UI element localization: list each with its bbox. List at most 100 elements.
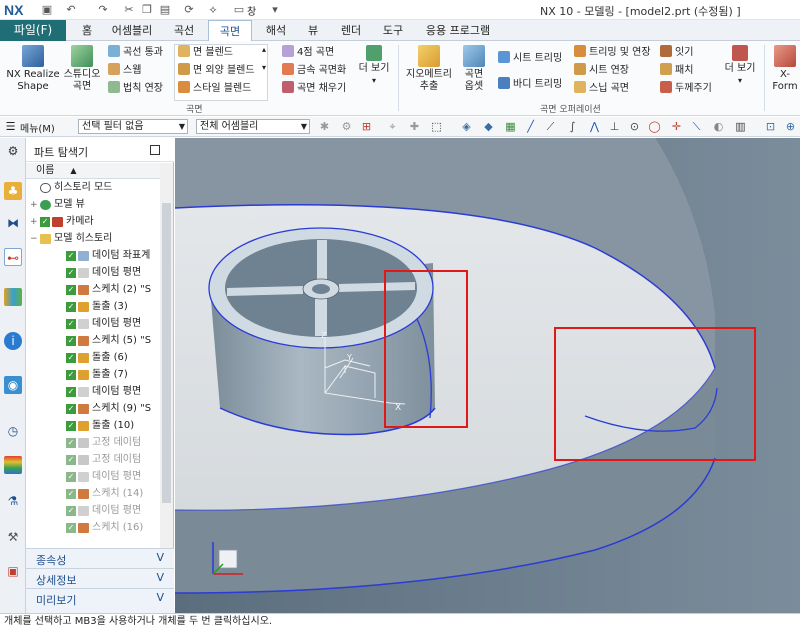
checkbox[interactable]: ✓ [66,489,76,499]
window-menu[interactable]: 창 [247,3,256,18]
repeat-command-icon[interactable]: ⟳ [182,3,196,17]
view-orient-icon[interactable]: ◈ [460,120,473,133]
panel-details[interactable]: 상세정보 V [26,568,174,588]
scrollbar-thumb[interactable] [162,203,171,503]
face-shape-blend-button[interactable]: 면 외양 블렌드 [178,63,255,79]
expand-icon[interactable]: + [30,197,38,213]
patch-button[interactable]: 패치 [660,63,693,79]
touch-mode-icon[interactable]: ⟡ [206,3,220,17]
tree-row[interactable]: ✓ 고정 데이텀 [26,452,160,468]
face-blend-button[interactable]: 면 블렌드 [178,45,233,61]
tree-row[interactable]: ✓ 스케치 (9) "S [26,401,160,417]
checkbox[interactable]: ✓ [66,438,76,448]
tree-row[interactable]: ✓ 고정 데이텀 [26,435,160,451]
xform-button[interactable]: X-Form [768,45,800,93]
assembly-navigator-icon[interactable]: ♣ [4,182,22,200]
checkbox[interactable]: ✓ [40,217,50,227]
filter-icon[interactable]: ◐ [712,120,725,133]
tree-row[interactable]: ✓ 데이텀 평면 [26,503,160,519]
tree-row[interactable]: ✓ 스케치 (5) "S [26,333,160,349]
trim-sheet-button[interactable]: 시트 트리밍 [498,51,562,67]
checkbox[interactable]: ✓ [66,251,76,261]
constraint-navigator-icon[interactable]: ⧓ [4,214,22,232]
tree-row[interactable]: ✓ 데이텀 좌표계 [26,248,160,264]
polyline-icon[interactable]: ⋀ [588,120,601,133]
part-navigator-icon[interactable]: ⊷ [4,248,22,266]
checkbox[interactable]: ✓ [66,319,76,329]
web-browser-icon[interactable]: ◉ [4,376,22,394]
process-studio-icon[interactable]: ⚒ [4,528,22,546]
circle-snap-icon[interactable]: ◯ [648,120,661,133]
fit-view-icon[interactable]: ⊡ [764,120,777,133]
tree-row[interactable]: ✓ 돌출 (3) [26,299,160,315]
selection-filter-dropdown[interactable]: 선택 필터 없음 ▼ [78,119,188,134]
four-point-surface-button[interactable]: 4점 곡면 [282,45,334,61]
column-header-name[interactable]: 이름 ▲ [26,163,160,179]
history-icon[interactable]: ◷ [4,422,22,440]
normal-icon[interactable]: ⊥ [608,120,621,133]
curve-snap-icon[interactable]: ⟋ [544,120,557,133]
assembly-scope-dropdown[interactable]: 전체 어셈블리 ▼ [196,119,310,134]
checkbox[interactable]: ✓ [66,353,76,363]
panel-preview[interactable]: 미리보기 V [26,588,174,613]
model-view[interactable]: X Y Z [175,138,800,613]
checkbox[interactable]: ✓ [66,370,76,380]
tab-curve[interactable]: 곡선 [164,20,204,41]
tree-row[interactable]: ✓ 데이텀 평면 [26,469,160,485]
checkbox[interactable]: ✓ [66,336,76,346]
book-icon[interactable]: ▥ [734,120,747,133]
checkbox[interactable]: ✓ [66,285,76,295]
tab-view[interactable]: 뷰 [300,20,326,41]
select-feature-icon[interactable]: ✱ [318,120,331,133]
rectangle-select-icon[interactable]: ⬚ [430,120,443,133]
expand-icon[interactable]: + [30,214,38,230]
spline-snap-icon[interactable]: ∫ [566,120,579,133]
checkbox[interactable]: ✓ [66,506,76,516]
tree-row[interactable]: ✓ 돌출 (6) [26,350,160,366]
checkbox[interactable]: ✓ [66,421,76,431]
reuse-library-icon[interactable] [4,288,22,306]
tree-row[interactable]: ✓ 돌출 (10) [26,418,160,434]
tree-row[interactable]: + ✓ 카메라 [26,214,160,230]
checkbox[interactable]: ✓ [66,302,76,312]
checkbox[interactable]: ✓ [66,268,76,278]
trim-extend-button[interactable]: 트리밍 및 연장 [574,45,651,61]
tree-row[interactable]: ✓ 스케치 (16) [26,520,160,536]
graphics-window[interactable]: X Y Z [175,138,800,613]
more-surface-button[interactable]: 더 보기 ▾ [356,45,392,87]
maximize-icon[interactable] [150,145,160,155]
tab-tools[interactable]: 도구 [376,20,410,41]
snap-point-icon[interactable]: ⊞ [360,120,373,133]
select-body-icon[interactable]: ⌖ [386,120,399,133]
checkbox[interactable]: ✓ [66,472,76,482]
fill-surface-button[interactable]: 곡면 채우기 [282,81,346,97]
extract-geometry-button[interactable]: 지오메트리 추출 [402,45,456,93]
info-icon[interactable]: i [4,332,22,350]
move-icon[interactable]: ✚ [408,120,421,133]
tab-render[interactable]: 렌더 [332,20,370,41]
select-face-icon[interactable]: ⚙ [340,120,353,133]
through-curves-button[interactable]: 곡선 통과 [108,45,163,61]
cube-view-icon[interactable]: ◆ [482,120,495,133]
tab-analysis[interactable]: 해석 [256,20,296,41]
more-operations-button[interactable]: 더 보기 ▾ [722,45,758,87]
window-icon[interactable]: ▭ [232,3,246,17]
undo-icon[interactable]: ↶ [64,3,78,17]
checkbox[interactable]: ✓ [66,455,76,465]
gallery-down-icon[interactable]: ▾ [262,63,266,72]
crosshair-icon[interactable]: ✛ [670,120,683,133]
roles-icon[interactable]: ▣ [4,562,22,580]
tangent-icon[interactable]: ⟍ [690,120,703,133]
checkbox[interactable]: ✓ [66,404,76,414]
metal-surface-button[interactable]: 금속 곡면화 [282,63,346,79]
line-snap-icon[interactable]: ╱ [524,120,537,133]
tree-row[interactable]: ✓ 스케치 (2) "S [26,282,160,298]
sew-button[interactable]: 잇기 [660,45,693,61]
paste-icon[interactable]: ▤ [158,3,172,17]
tree-row[interactable]: ✓ 데이텀 평면 [26,384,160,400]
window-menu-chevron-icon[interactable]: ▾ [268,3,282,17]
law-extension-button[interactable]: 법칙 연장 [108,81,163,97]
redo-icon[interactable]: ↷ [96,3,110,17]
system-materials-icon[interactable]: ⚗ [4,492,22,510]
tab-home[interactable]: 홈 [74,20,100,41]
